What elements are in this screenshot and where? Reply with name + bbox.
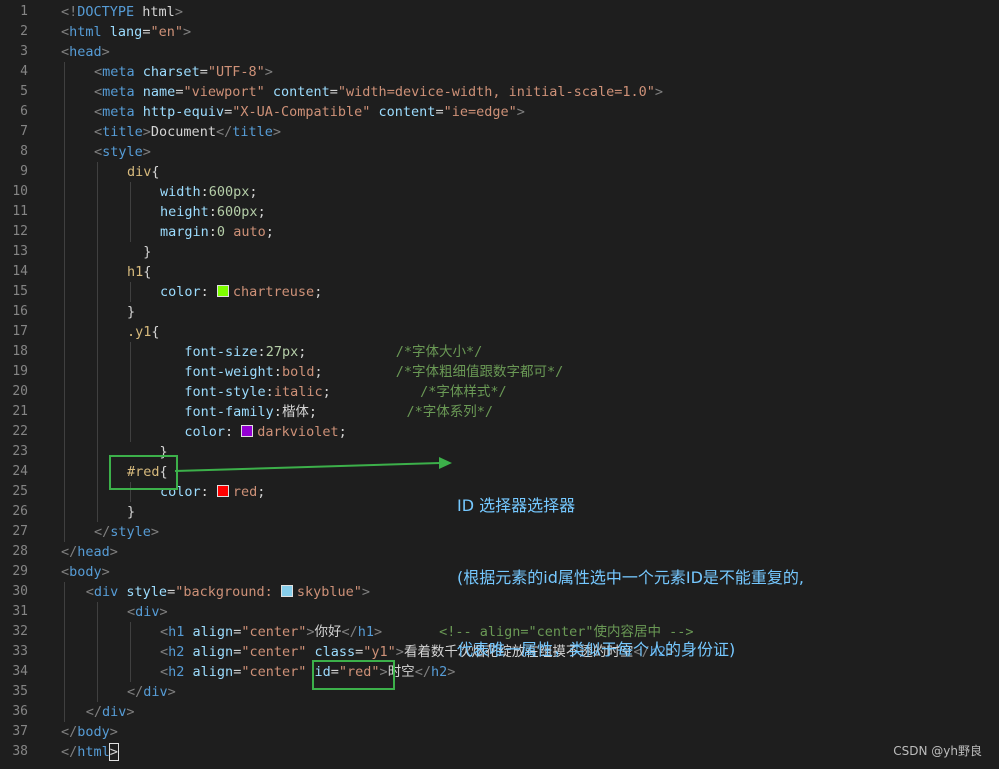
annotation-title: ID 选择器选择器 bbox=[457, 496, 576, 515]
watermark: CSDN @yh野良 bbox=[893, 744, 982, 758]
annotation-line-2: (根据元素的id属性选中一个元素ID是不能重复的, bbox=[457, 568, 804, 587]
annotation-line-3: 代表唯一属性，类似于每个人的身份证) bbox=[457, 640, 736, 659]
annotation-text: ID 选择器选择器 (根据元素的id属性选中一个元素ID是不能重复的, 代表唯一… bbox=[457, 446, 804, 686]
arrow-head bbox=[439, 457, 452, 469]
arrow-line bbox=[174, 462, 441, 472]
